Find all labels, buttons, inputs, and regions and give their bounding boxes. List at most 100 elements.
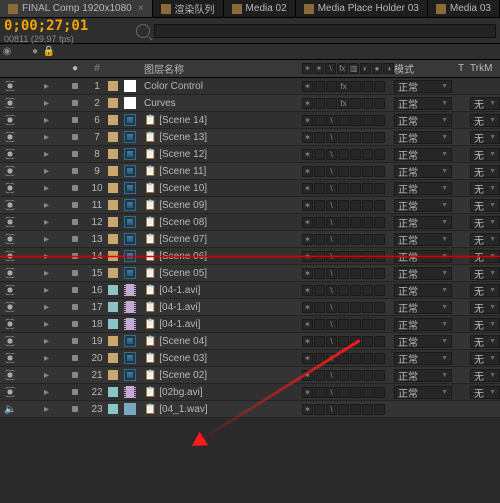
disclosure-icon[interactable]: ▸ [44, 404, 49, 415]
tab[interactable]: Media 02 [224, 0, 296, 17]
switch-box[interactable]: ✶ [302, 217, 313, 228]
switch-box[interactable]: ✶ [302, 319, 313, 330]
disclosure-icon[interactable]: ▸ [44, 302, 49, 313]
switch-box[interactable]: ✶ [302, 98, 313, 109]
disclosure-icon[interactable]: ▸ [44, 336, 49, 347]
switch-box[interactable]: \ [326, 132, 337, 143]
switch-box[interactable] [362, 183, 373, 194]
switch-box[interactable] [374, 319, 385, 330]
track-matte-dropdown[interactable]: 无▼ [470, 284, 500, 297]
switch-box[interactable] [350, 370, 361, 381]
switch-box[interactable] [362, 336, 373, 347]
layer-row[interactable]: ▸7📋 [Scene 13]✶\正常▼无▼ [0, 129, 500, 146]
switch-header[interactable]: ● [372, 63, 383, 74]
tab[interactable]: Media 03 [428, 0, 500, 17]
switch-box[interactable] [350, 217, 361, 228]
switch-box[interactable] [350, 166, 361, 177]
eye-icon[interactable] [4, 216, 16, 228]
layer-row[interactable]: ▸18📋 [04-1.avi]✶\正常▼无▼ [0, 316, 500, 333]
color-swatch[interactable] [108, 285, 118, 295]
switch-header[interactable]: \ [325, 63, 336, 74]
header-trk[interactable]: TrkM [470, 63, 500, 74]
switch-box[interactable] [374, 183, 385, 194]
layer-row[interactable]: ▸15📋 [Scene 05]✶\正常▼无▼ [0, 265, 500, 282]
switch-box[interactable]: ✶ [302, 404, 313, 415]
switch-box[interactable] [362, 404, 373, 415]
layer-name[interactable]: 📋 [Scene 11] [142, 166, 302, 177]
switch-box[interactable] [374, 81, 385, 92]
switch-box[interactable] [374, 200, 385, 211]
switch-box[interactable] [314, 98, 325, 109]
label-color[interactable] [72, 304, 78, 310]
layer-name[interactable]: 📋 [Scene 05] [142, 268, 302, 279]
switch-box[interactable] [314, 251, 325, 262]
layer-name[interactable]: Curves [142, 98, 302, 109]
switch-box[interactable] [374, 268, 385, 279]
switch-box[interactable]: ✶ [302, 149, 313, 160]
color-swatch[interactable] [108, 336, 118, 346]
layer-row[interactable]: ▸1Color Control✶fx正常▼ [0, 78, 500, 95]
switch-box[interactable] [314, 387, 325, 398]
switch-box[interactable]: \ [326, 268, 337, 279]
blend-mode-dropdown[interactable]: 正常▼ [394, 301, 452, 314]
eye-icon[interactable] [4, 233, 16, 245]
eye-icon[interactable] [4, 165, 16, 177]
switch-box[interactable] [350, 285, 361, 296]
disclosure-icon[interactable]: ▸ [44, 183, 49, 194]
switch-box[interactable] [362, 234, 373, 245]
layer-row[interactable]: ▸2Curves✶fx正常▼无▼ [0, 95, 500, 112]
layer-row[interactable]: ▸13📋 [Scene 07]✶\正常▼无▼ [0, 231, 500, 248]
color-swatch[interactable] [108, 302, 118, 312]
lock-column-icon[interactable]: 🔒 [42, 44, 56, 58]
disclosure-icon[interactable]: ▸ [44, 81, 49, 92]
switch-header[interactable]: ✶ [302, 63, 313, 74]
switch-box[interactable]: ✶ [302, 166, 313, 177]
layer-name[interactable]: 📋 [Scene 04] [142, 336, 302, 347]
switch-header[interactable]: ◑ [383, 63, 394, 74]
track-matte-dropdown[interactable]: 无▼ [470, 352, 500, 365]
switch-box[interactable] [362, 81, 373, 92]
disclosure-icon[interactable]: ▸ [44, 353, 49, 364]
search-icon[interactable] [136, 24, 150, 38]
switch-box[interactable] [338, 149, 349, 160]
color-swatch[interactable] [108, 81, 118, 91]
track-matte-dropdown[interactable]: 无▼ [470, 131, 500, 144]
switch-box[interactable]: ✶ [302, 285, 313, 296]
color-swatch[interactable] [108, 115, 118, 125]
switch-box[interactable]: \ [326, 302, 337, 313]
switch-box[interactable]: \ [326, 166, 337, 177]
layer-name[interactable]: 📋 [Scene 14] [142, 115, 302, 126]
switch-box[interactable] [350, 183, 361, 194]
switch-box[interactable] [374, 166, 385, 177]
color-swatch[interactable] [108, 183, 118, 193]
disclosure-icon[interactable]: ▸ [44, 234, 49, 245]
layer-name[interactable]: 📋 [Scene 03] [142, 353, 302, 364]
label-color[interactable] [72, 117, 78, 123]
blend-mode-dropdown[interactable]: 正常▼ [394, 182, 452, 195]
disclosure-icon[interactable]: ▸ [44, 217, 49, 228]
color-swatch[interactable] [108, 132, 118, 142]
eye-icon[interactable] [4, 80, 16, 92]
blend-mode-dropdown[interactable]: 正常▼ [394, 386, 452, 399]
switch-box[interactable] [374, 132, 385, 143]
switch-box[interactable] [314, 200, 325, 211]
switch-box[interactable] [314, 234, 325, 245]
layer-row[interactable]: ▸6📋 [Scene 14]✶\正常▼无▼ [0, 112, 500, 129]
switch-box[interactable]: \ [326, 183, 337, 194]
header-t[interactable]: T [452, 63, 470, 74]
switch-box[interactable] [374, 387, 385, 398]
track-matte-dropdown[interactable]: 无▼ [470, 97, 500, 110]
layer-row[interactable]: ▸8📋 [Scene 12]✶\正常▼无▼ [0, 146, 500, 163]
disclosure-icon[interactable]: ▸ [44, 370, 49, 381]
color-swatch[interactable] [108, 353, 118, 363]
switch-box[interactable] [362, 217, 373, 228]
label-color[interactable] [72, 168, 78, 174]
speaker-icon[interactable] [4, 404, 16, 415]
eye-icon[interactable] [4, 318, 16, 330]
switch-box[interactable] [350, 404, 361, 415]
switch-box[interactable]: \ [326, 285, 337, 296]
switch-box[interactable]: ✶ [302, 251, 313, 262]
switch-box[interactable] [314, 302, 325, 313]
layer-name[interactable]: 📋 [04-1.avi] [142, 319, 302, 330]
switch-box[interactable] [374, 98, 385, 109]
